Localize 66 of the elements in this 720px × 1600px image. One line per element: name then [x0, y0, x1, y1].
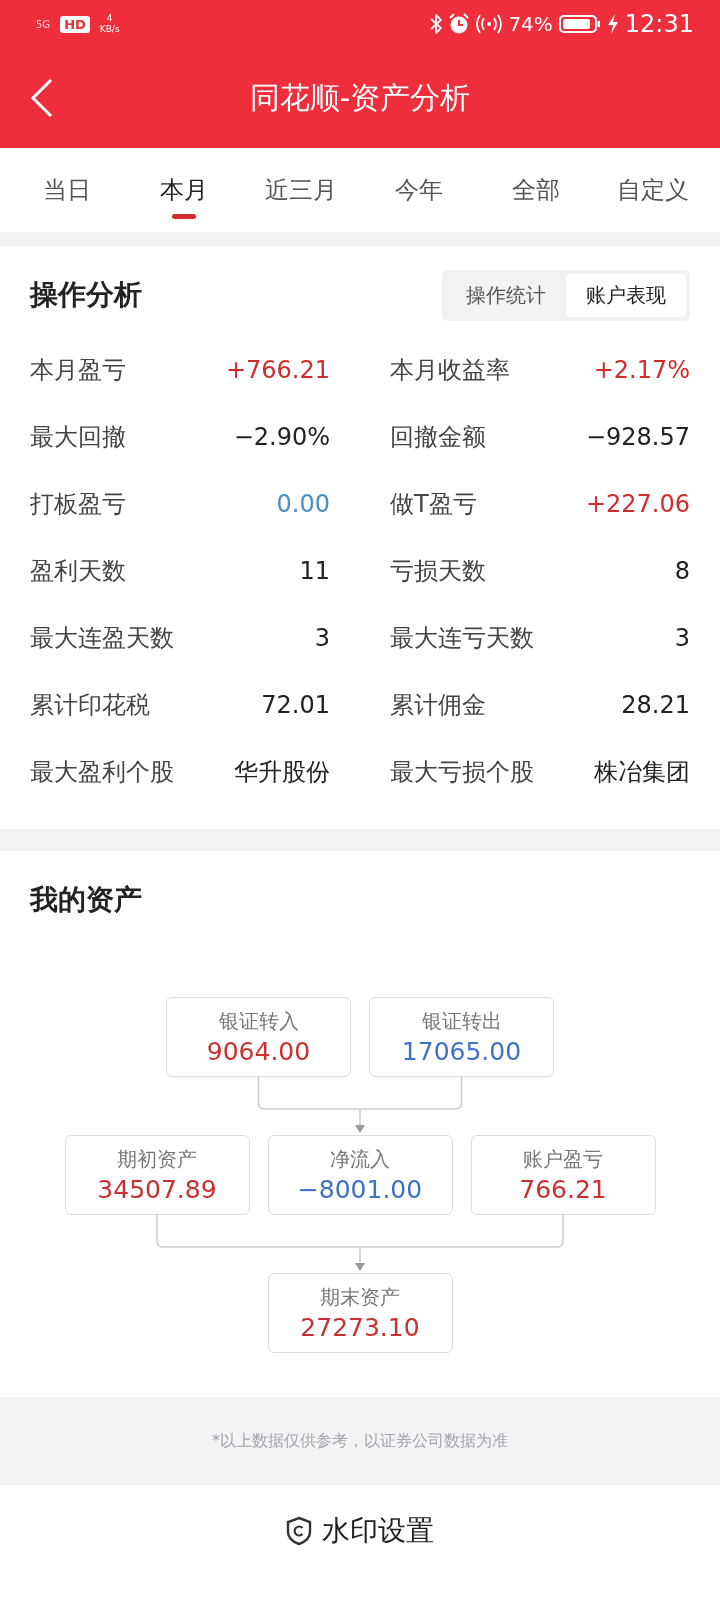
- toggle-option[interactable]: 操作统计: [446, 273, 566, 317]
- period-tab[interactable]: 近三月: [242, 148, 360, 232]
- stat-value: 株冶集团: [594, 756, 690, 788]
- clock: 12:31: [624, 10, 694, 38]
- charging-icon: [606, 14, 619, 34]
- stat-label: 盈利天数: [30, 555, 126, 587]
- period-tab[interactable]: 全部: [477, 148, 595, 232]
- flow-value: 9064.00: [206, 1037, 311, 1066]
- battery-icon: [558, 14, 601, 34]
- disclaimer-text: *以上数据仅供参考，以证券公司数据为准: [212, 1430, 508, 1452]
- back-icon[interactable]: [30, 78, 54, 118]
- stat-label: 最大回撤: [30, 421, 126, 453]
- bluetooth-icon: [430, 14, 443, 34]
- flow-label: 期末资产: [320, 1284, 400, 1311]
- stat-label: 最大连亏天数: [390, 622, 534, 654]
- network-indicator: 5G: [36, 18, 51, 30]
- stat-label: 最大连盈天数: [30, 622, 174, 654]
- stat-label: 最大亏损个股: [390, 756, 534, 788]
- speed-unit: KB/s: [99, 24, 120, 35]
- stat-label: 打板盈亏: [30, 488, 126, 520]
- stat-value: −2.90%: [233, 422, 330, 451]
- flow-value: −8001.00: [297, 1175, 423, 1204]
- flow-value: 27273.10: [300, 1313, 420, 1342]
- stat-label: 本月收益率: [390, 354, 510, 386]
- period-tab[interactable]: 自定义: [594, 148, 712, 232]
- stat-value: 72.01: [261, 690, 330, 719]
- alarm-icon: [448, 13, 471, 35]
- battery-percent: 74%: [508, 12, 553, 36]
- stat-value: 3: [674, 623, 690, 652]
- period-tab[interactable]: 今年: [360, 148, 478, 232]
- flow-value: 17065.00: [401, 1037, 522, 1066]
- page-title: 同花顺-资产分析: [249, 78, 471, 117]
- stat-value: −928.57: [585, 422, 690, 451]
- stat-label: 本月盈亏: [30, 354, 126, 386]
- stat-value: 华升股份: [234, 756, 330, 788]
- stat-value: 3: [314, 623, 330, 652]
- period-tab[interactable]: 当日: [8, 148, 126, 232]
- stat-value: 0.00: [276, 489, 330, 518]
- watermark-settings-button[interactable]: 水印设置: [280, 1511, 440, 1551]
- speed-value: 4: [106, 13, 113, 24]
- stat-value: +2.17%: [593, 355, 690, 384]
- flow-label: 净流入: [330, 1146, 390, 1173]
- flow-label: 期初资产: [117, 1146, 197, 1173]
- stat-label: 累计佣金: [390, 689, 486, 721]
- flow-label: 银证转出: [421, 1008, 502, 1035]
- hd-badge: HD: [60, 15, 90, 33]
- stat-value: 8: [674, 556, 690, 585]
- stat-label: 累计印花税: [30, 689, 150, 721]
- stat-value: 11: [299, 556, 330, 585]
- stat-value: +227.06: [585, 489, 690, 518]
- stat-label: 最大盈利个股: [30, 756, 174, 788]
- period-tab[interactable]: 本月: [125, 148, 243, 232]
- toggle-option[interactable]: 账户表现: [566, 273, 686, 317]
- flow-value: 34507.89: [97, 1175, 217, 1204]
- stat-label: 亏损天数: [390, 555, 486, 587]
- stat-label: 做T盈亏: [390, 488, 477, 520]
- stat-value: +766.21: [225, 355, 330, 384]
- flow-value: 766.21: [519, 1175, 607, 1204]
- flow-label: 银证转入: [218, 1008, 299, 1035]
- hotspot-icon: [476, 14, 503, 34]
- shield-icon: [286, 1516, 312, 1546]
- flow-label: 账户盈亏: [523, 1146, 603, 1173]
- stat-value: 28.21: [621, 690, 690, 719]
- section-title: 操作分析: [30, 277, 142, 313]
- section-title: 我的资产: [30, 882, 142, 918]
- stat-label: 回撤金额: [390, 421, 486, 453]
